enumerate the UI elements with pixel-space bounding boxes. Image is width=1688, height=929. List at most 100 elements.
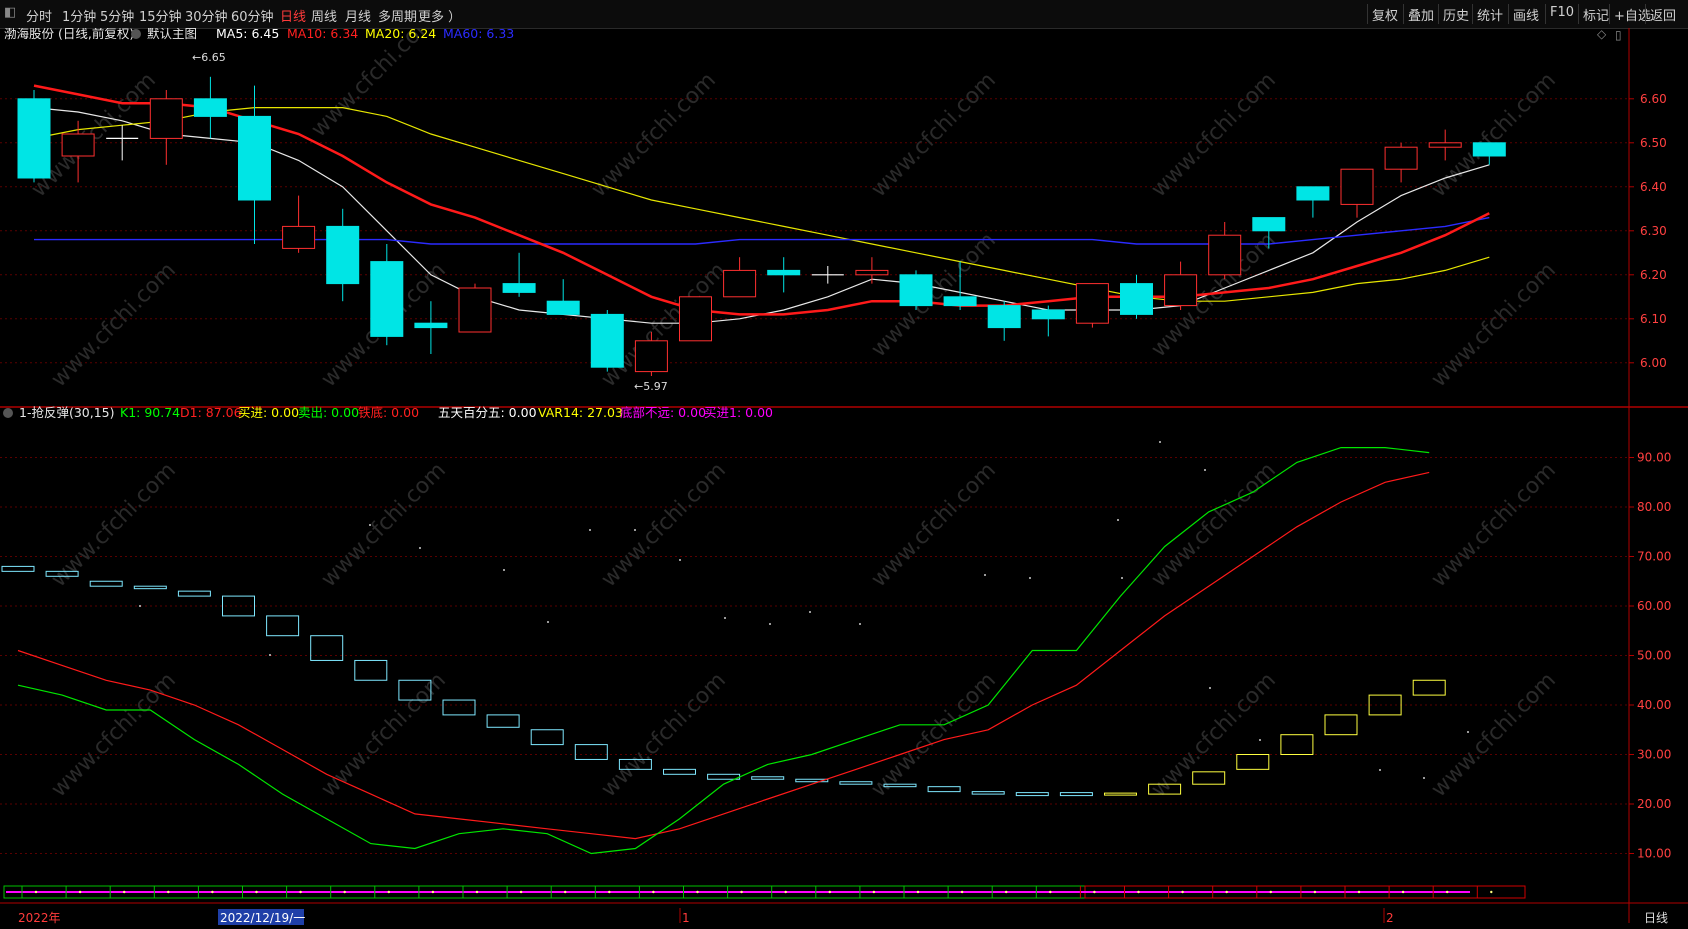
scatter-dot <box>984 574 986 576</box>
main-header: 渤海股份 (日线,前复权) 默认主图 MA5: 6.45 MA10: 6.34 MA… <box>4 28 1622 42</box>
scatter-dot <box>1121 577 1123 579</box>
var14-box <box>971 791 1005 795</box>
watermark-text: www.cfchi.com <box>47 458 181 592</box>
scatter-dot <box>547 621 549 623</box>
signal-bar <box>3 885 1526 899</box>
var14-box <box>1192 771 1226 785</box>
watermark-text: www.cfchi.com <box>867 668 1001 802</box>
scatter-dot <box>1117 519 1119 521</box>
period-tab-4[interactable]: 30分钟 <box>185 6 228 25</box>
signal-dot <box>431 890 435 894</box>
signal-dot <box>167 890 170 894</box>
scatter-dot <box>139 605 141 607</box>
var14-box <box>1280 734 1314 756</box>
ma-label-3: MA60: 6.33 <box>443 28 514 41</box>
price-tick: 6.50 <box>1640 136 1667 150</box>
price-tick: 6.20 <box>1640 268 1667 282</box>
candle <box>590 310 624 372</box>
candle <box>193 76 227 139</box>
var14-box <box>486 714 520 728</box>
period-tab-9[interactable]: 多周期 <box>378 6 417 25</box>
watermark-text: www.cfchi.com <box>597 668 731 802</box>
grid-lines <box>0 98 1629 854</box>
watermark-text: www.cfchi.com <box>317 458 451 592</box>
signal-dot <box>696 890 699 894</box>
candle <box>546 279 580 315</box>
indicator-tick: 90.00 <box>1637 451 1671 465</box>
scatter-dot <box>503 569 505 571</box>
toolbar-button-5[interactable]: F10 <box>1550 5 1574 20</box>
time-label-month-1: 1 <box>682 911 690 925</box>
signal-dot <box>564 890 567 894</box>
candle <box>811 266 844 284</box>
candle <box>855 257 889 284</box>
signal-dot <box>1093 890 1096 894</box>
indicator-name[interactable]: 1-抢反弹(30,15) <box>19 405 115 420</box>
signal-dot <box>1490 890 1493 894</box>
template-dropdown-icon[interactable] <box>131 29 141 39</box>
price-axis: 6.60 6.50 6.40 6.30 6.20 6.10 6.00 <box>1629 92 1667 370</box>
signal-dot <box>1005 890 1008 894</box>
toolbar-button-1[interactable]: 叠加 <box>1408 5 1434 24</box>
period-tab-0[interactable]: 分时 <box>26 6 52 25</box>
var14-box <box>751 776 785 780</box>
signal-dot <box>1401 890 1405 894</box>
scatter-dot <box>1029 577 1031 579</box>
indicator-value-1: D1: 87.06 <box>180 405 242 420</box>
period-tab-6[interactable]: 日线 <box>280 6 306 25</box>
indicator-axis: 90.00 80.00 70.00 60.00 50.00 40.00 30.00 20.00… <box>1629 451 1671 861</box>
candle <box>899 270 933 310</box>
toolbar-button-3[interactable]: 统计 <box>1477 5 1503 24</box>
signal-dot <box>343 890 346 894</box>
signal-dot <box>1225 890 1228 894</box>
var14-box <box>354 659 388 681</box>
signal-dot <box>916 890 920 894</box>
watermark-text: www.cfchi.com <box>867 458 1001 592</box>
toolbar-button-0[interactable]: 复权 <box>1372 5 1398 24</box>
candle <box>370 244 404 346</box>
var14-box <box>222 595 255 617</box>
price-tick: 6.30 <box>1640 224 1667 238</box>
scatter-dot <box>1379 769 1381 771</box>
period-tab-10[interactable]: 更多 ） <box>418 6 461 25</box>
signal-dot <box>34 890 38 894</box>
period-tab-8[interactable]: 月线 <box>345 6 371 25</box>
signal-dot <box>872 890 876 894</box>
period-toolbar: ◧ 分时 1分钟 5分钟 15分钟 30分钟 60分钟 日线 周线 月线 多周期 更多 ） 复权 叠加… <box>0 0 1688 29</box>
indicator-value-2: 买进: 0.00 <box>238 405 299 420</box>
candle <box>1340 168 1374 218</box>
kline-chart[interactable]: www.cfchi.com www.cfchi.com www.cfchi.com w… <box>0 28 1688 929</box>
toolbar-button-8[interactable]: 返回 <box>1650 5 1676 24</box>
indicator-value-0: K1: 90.74 <box>120 405 180 420</box>
signal-dot <box>960 890 964 894</box>
watermark-text: www.cfchi.com <box>1427 68 1561 202</box>
candle <box>1075 283 1109 328</box>
menu-icon[interactable]: ◧ <box>4 5 16 20</box>
indicator-value-7: 底部不远: 0.00 <box>620 405 706 420</box>
candle <box>458 283 492 333</box>
candle <box>149 90 183 165</box>
scatter-dot <box>1209 687 1211 689</box>
period-tab-2[interactable]: 5分钟 <box>100 6 134 25</box>
period-tab-3[interactable]: 15分钟 <box>139 6 182 25</box>
ma-label-1: MA10: 6.34 <box>287 28 358 41</box>
k1-line <box>17 447 1430 855</box>
toolbar-button-2[interactable]: 历史 <box>1443 5 1469 24</box>
candle <box>1296 186 1330 218</box>
indicator-tick: 40.00 <box>1637 698 1671 712</box>
candle <box>1120 274 1153 319</box>
period-tab-1[interactable]: 1分钟 <box>62 6 96 25</box>
period-tab-7[interactable]: 周线 <box>311 6 337 25</box>
candle <box>17 90 51 183</box>
indicator-tick: 30.00 <box>1637 748 1671 762</box>
candlesticks <box>17 76 1506 376</box>
period-tab-5[interactable]: 60分钟 <box>231 6 274 25</box>
indicator-dropdown-icon[interactable] <box>3 408 13 418</box>
toolbar-button-4[interactable]: 画线 <box>1513 5 1539 24</box>
candle <box>282 195 316 253</box>
toolbar-button-6[interactable]: 标记 <box>1583 5 1609 24</box>
panel-toggle-icon[interactable]: ▯ <box>1615 28 1622 42</box>
var14-box <box>1104 792 1137 796</box>
template-label[interactable]: 默认主图 <box>147 28 197 41</box>
diamond-icon[interactable]: ◇ <box>1597 28 1607 41</box>
